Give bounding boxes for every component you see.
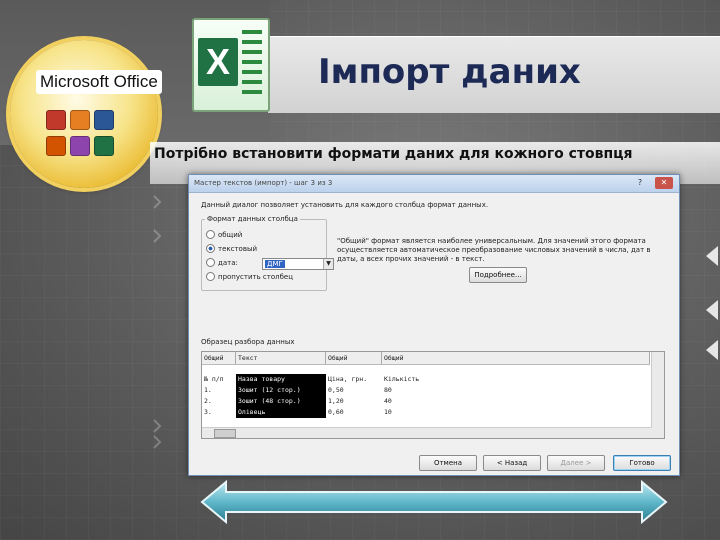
table-row: 2. Зошит (48 стор.) 1,20 40 <box>202 396 650 407</box>
dialog-description: Данный диалог позволяет установить для к… <box>201 201 489 209</box>
preview-cell-selected: Зошит (12 стор.) <box>236 385 326 396</box>
preview-cell: 1,20 <box>328 397 344 405</box>
radio-text-button[interactable] <box>206 244 215 253</box>
data-preview-grid[interactable]: Общий Текст Общий Общий № п/п Назва това… <box>201 351 665 439</box>
radio-skip-button[interactable] <box>206 272 215 281</box>
excel-grid-graphic <box>242 30 262 98</box>
access-icon <box>46 110 66 130</box>
table-row: 1. Зошит (12 стор.) 0,50 80 <box>202 385 650 396</box>
radio-skip-label: пропустить столбец <box>218 272 293 281</box>
table-row: № п/п Назва товару Ціна, грн. Кількість <box>202 374 650 385</box>
radio-general-label: общий <box>218 230 243 239</box>
dialog-title: Мастер текстов (импорт) - шаг 3 из 3 <box>194 179 333 187</box>
preview-cell: 2. <box>204 397 212 405</box>
double-arrow-icon <box>200 480 668 524</box>
preview-cell: 0,60 <box>328 408 344 416</box>
column-format-group: Формат данных столбца общий текстовый да… <box>201 215 334 291</box>
preview-cell: 80 <box>384 386 392 394</box>
preview-cell: 3. <box>204 408 212 416</box>
preview-header-cell[interactable]: Общий <box>202 352 236 364</box>
preview-cell: 40 <box>384 397 392 405</box>
cancel-button[interactable]: Отмена <box>419 455 477 471</box>
preview-label: Образец разбора данных <box>201 338 295 346</box>
preview-header-row: Общий Текст Общий Общий <box>202 352 650 365</box>
preview-cell: 1. <box>204 386 212 394</box>
preview-cell: 0,50 <box>328 386 344 394</box>
dialog-titlebar[interactable]: Мастер текстов (импорт) - шаг 3 из 3 ? ✕ <box>189 175 679 193</box>
help-icon[interactable]: ? <box>631 177 649 189</box>
text-import-wizard-dialog: Мастер текстов (импорт) - шаг 3 из 3 ? ✕… <box>188 174 680 476</box>
close-icon[interactable]: ✕ <box>655 177 673 189</box>
radio-skip[interactable]: пропустить столбец <box>206 272 293 281</box>
radio-date-button[interactable] <box>206 258 215 267</box>
date-format-value: ДМГ <box>265 260 285 268</box>
next-button[interactable]: Далее > <box>547 455 605 471</box>
preview-cell-selected: Олівець <box>236 407 326 418</box>
slide-title: Імпорт даних <box>318 52 581 92</box>
preview-cell-selected: Назва товару <box>236 374 326 385</box>
date-format-select[interactable]: ДМГ ▼ <box>262 258 334 270</box>
onenote-icon <box>70 136 90 156</box>
powerpoint-icon <box>46 136 66 156</box>
radio-text[interactable]: текстовый <box>206 244 257 253</box>
office-apps-icon <box>46 110 138 168</box>
preview-header-cell[interactable]: Общий <box>382 352 650 364</box>
radio-general[interactable]: общий <box>206 230 242 239</box>
preview-header-cell[interactable]: Общий <box>326 352 382 364</box>
office-badge: Microsoft Office <box>10 40 162 188</box>
preview-header-cell[interactable]: Текст <box>236 352 326 364</box>
preview-vertical-scrollbar[interactable] <box>651 352 664 438</box>
more-button[interactable]: Подробнее... <box>469 267 527 283</box>
excel-small-icon <box>94 136 114 156</box>
office-badge-label: Microsoft Office <box>36 70 162 94</box>
column-format-group-title: Формат данных столбца <box>205 215 300 223</box>
word-icon <box>94 110 114 130</box>
slide-subtitle: Потрібно встановити формати даних для ко… <box>154 146 633 162</box>
preview-cell-selected: Зошит (48 стор.) <box>236 396 326 407</box>
preview-cell: Ціна, грн. <box>328 375 368 383</box>
outlook-icon <box>70 110 90 130</box>
preview-cell: № п/п <box>204 375 224 383</box>
preview-rows: № п/п Назва товару Ціна, грн. Кількість … <box>202 374 650 418</box>
preview-horizontal-scrollbar[interactable] <box>202 427 652 438</box>
finish-button[interactable]: Готово <box>613 455 671 471</box>
excel-logo-icon: X <box>192 18 270 112</box>
radio-text-label: текстовый <box>218 244 258 253</box>
left-decor-arrows-icon <box>153 195 162 449</box>
back-button[interactable]: < Назад <box>483 455 541 471</box>
radio-date[interactable]: дата: <box>206 258 238 267</box>
scrollbar-thumb[interactable] <box>214 429 236 438</box>
preview-cell: Кількість <box>384 375 420 383</box>
format-info-text: "Общий" формат является наиболее универс… <box>337 237 651 263</box>
radio-date-label: дата: <box>218 258 238 267</box>
table-row: 3. Олівець 0,60 10 <box>202 407 650 418</box>
right-decor-arrows-icon <box>706 246 718 360</box>
preview-cell: 10 <box>384 408 392 416</box>
excel-letter: X <box>198 38 238 86</box>
radio-general-button[interactable] <box>206 230 215 239</box>
chevron-down-icon[interactable]: ▼ <box>323 259 333 269</box>
